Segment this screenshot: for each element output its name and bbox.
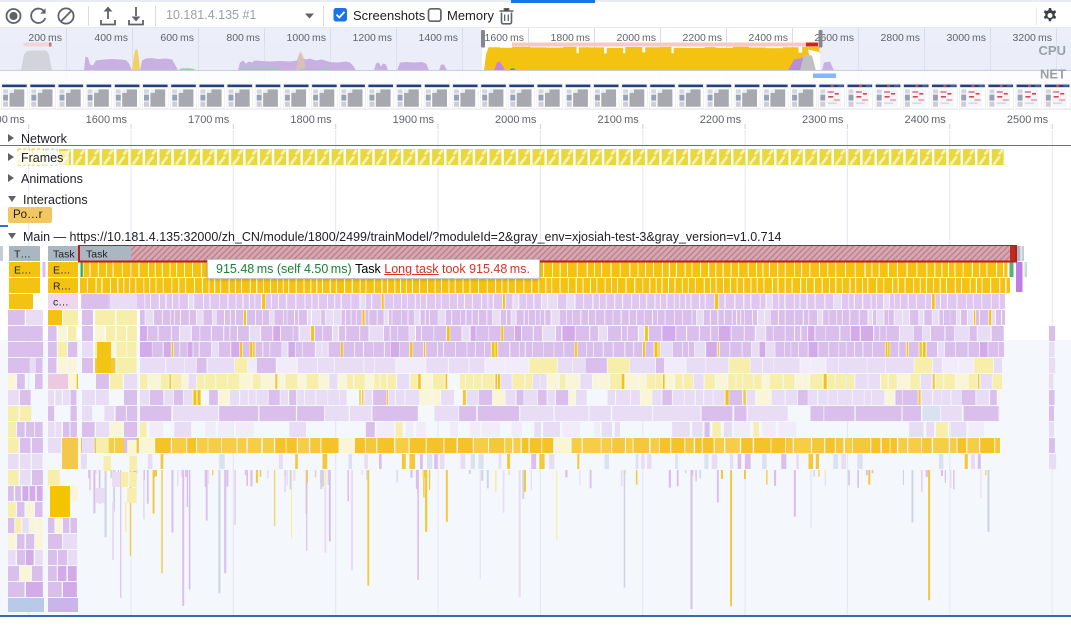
svg-text:2300 ms: 2300 ms [802,114,844,126]
svg-text:2200 ms: 2200 ms [700,114,742,126]
svg-text:2000 ms: 2000 ms [495,114,537,126]
svg-text:1700 ms: 1700 ms [188,114,230,126]
svg-text:Task: Task [86,249,108,261]
svg-text:2400 ms: 2400 ms [749,32,788,44]
svg-text:c…: c… [53,297,69,309]
svg-text:1800 ms: 1800 ms [290,114,332,126]
svg-text:1500 ms: 1500 ms [0,114,25,126]
svg-text:E…: E… [53,265,71,277]
svg-text:CPU: CPU [1039,43,1066,58]
svg-text:2200 ms: 2200 ms [683,32,722,44]
svg-text:2500 ms: 2500 ms [1007,114,1049,126]
svg-text:1600 ms: 1600 ms [86,114,128,126]
svg-text:NET: NET [1040,67,1066,82]
svg-text:Task: Task [53,249,75,261]
svg-text:1900 ms: 1900 ms [393,114,435,126]
svg-text:R…: R… [53,281,71,293]
svg-text:1800 ms: 1800 ms [551,32,590,44]
svg-text:2400 ms: 2400 ms [904,114,946,126]
svg-text:1600 ms: 1600 ms [485,32,524,44]
svg-text:2100 ms: 2100 ms [597,114,639,126]
svg-text:2000 ms: 2000 ms [617,32,656,44]
svg-text:T…: T… [14,249,31,261]
svg-text:E…: E… [14,265,32,277]
